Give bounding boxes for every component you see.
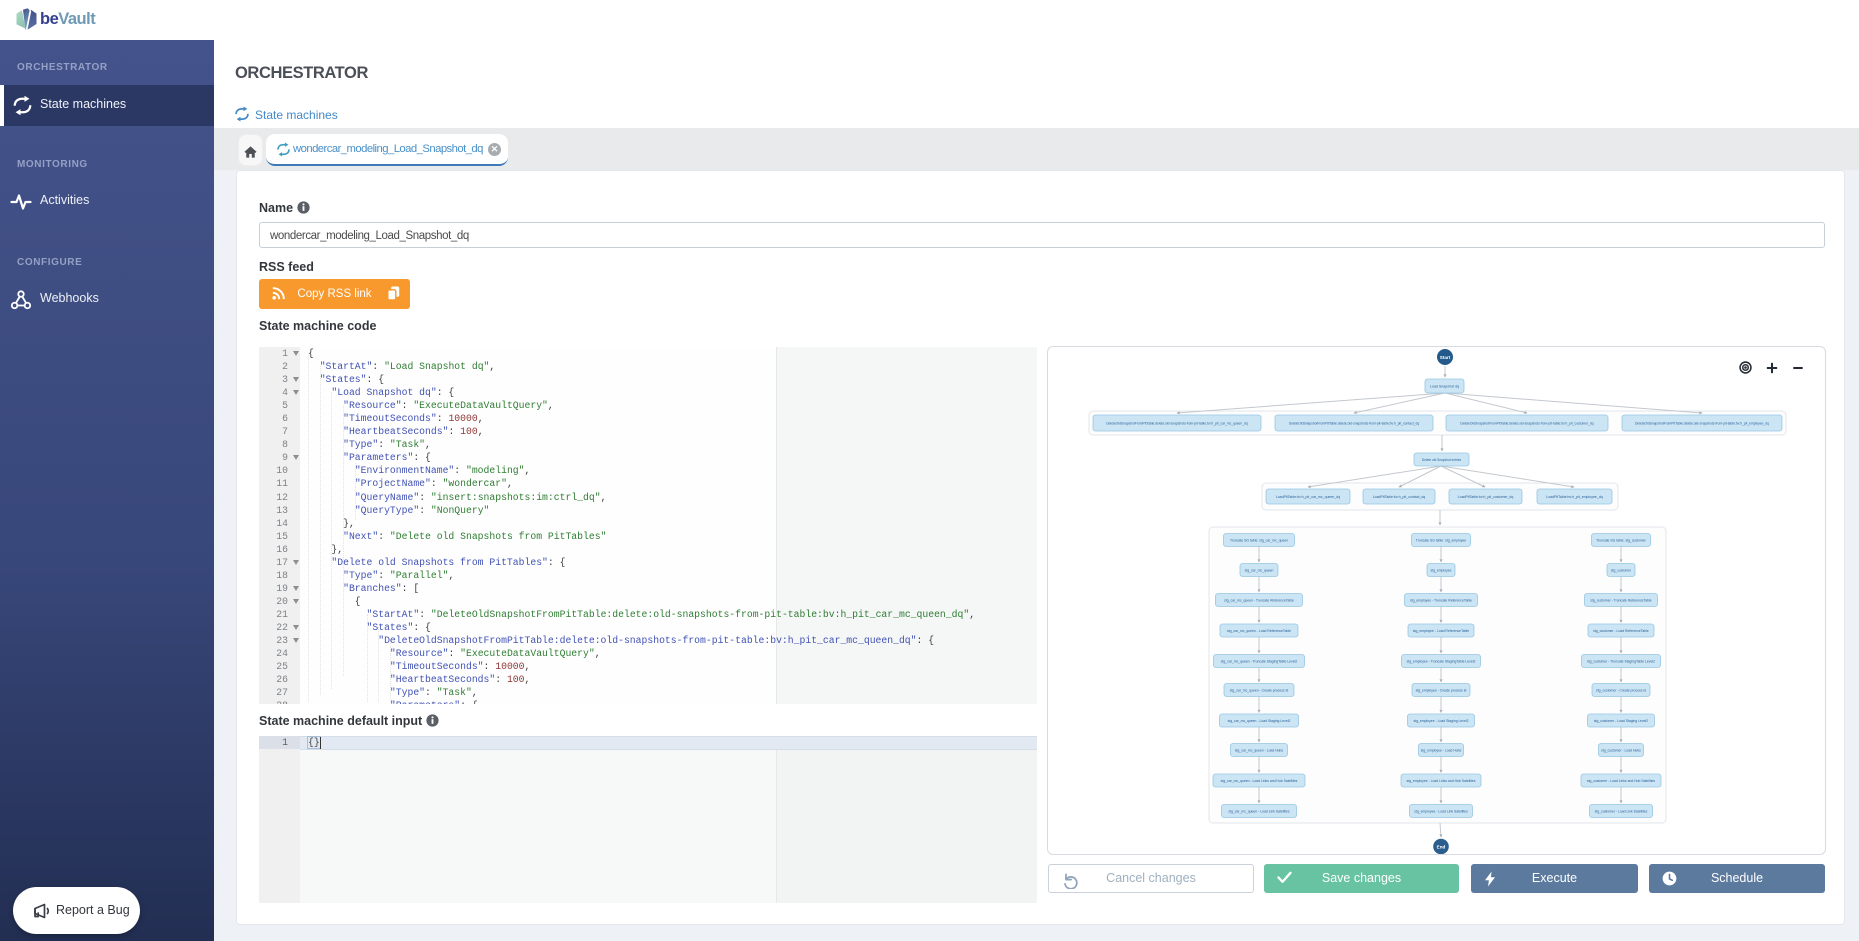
svg-text:LoadPitTable:bv:h_pit_car_mc_q: LoadPitTable:bv:h_pit_car_mc_queen_dq — [1276, 495, 1340, 499]
svg-text:Truncate SG table: stg_custome: Truncate SG table: stg_customer — [1596, 538, 1646, 542]
svg-text:Truncate SG table: stg_car_mc_: Truncate SG table: stg_car_mc_queen — [1230, 538, 1288, 542]
svg-text:stg_car_mc_queen - Truncate Re: stg_car_mc_queen - Truncate ReferenceTab… — [1224, 598, 1294, 602]
svg-text:stg_employee - Load Links and: stg_employee - Load Links and Hub Satell… — [1407, 779, 1476, 783]
svg-text:Start: Start — [1440, 355, 1451, 360]
svg-text:stg_car_mc_queen: stg_car_mc_queen — [1245, 568, 1274, 572]
svg-text:stg_customer - Truncate Refere: stg_customer - Truncate ReferenceTable — [1590, 598, 1651, 602]
svg-text:stg_employee - Truncate Stagin: stg_employee - Truncate StagingTable Lev… — [1407, 659, 1476, 663]
svg-text:LoadPitTable:bv:h_pit_employee: LoadPitTable:bv:h_pit_employee_dq — [1546, 495, 1602, 499]
svg-text:stg_employee: stg_employee — [1430, 568, 1451, 572]
svg-text:stg_customer - Load Link Satel: stg_customer - Load Link Satellites — [1595, 809, 1648, 813]
svg-text:stg_car_mc_queen - Load Hubs: stg_car_mc_queen - Load Hubs — [1235, 748, 1284, 752]
svg-text:End: End — [1437, 844, 1446, 849]
svg-text:DeleteOldSnapshotFromPitTable:: DeleteOldSnapshotFromPitTable:delete:old… — [1635, 421, 1769, 425]
svg-text:stg_customer - Truncate Stagin: stg_customer - Truncate StagingTable Lev… — [1587, 659, 1655, 663]
svg-text:LoadPitTable:bv:h_pit_customer: LoadPitTable:bv:h_pit_customer_dq — [1458, 495, 1514, 499]
svg-text:stg_car_mc_queen - Load Stagin: stg_car_mc_queen - Load Staging Level2 — [1228, 719, 1291, 723]
svg-text:Truncate SG table: stg_employe: Truncate SG table: stg_employee — [1416, 538, 1466, 542]
svg-text:stg_employee - Load ReferenceT: stg_employee - Load ReferenceTable — [1413, 629, 1469, 633]
svg-text:stg_employee - Create process: stg_employee - Create process id — [1416, 688, 1467, 692]
svg-text:stg_car_mc_queen - Create proc: stg_car_mc_queen - Create process id — [1230, 688, 1289, 692]
svg-text:stg_car_mc_queen - Load Links: stg_car_mc_queen - Load Links and Hub Sa… — [1221, 779, 1298, 783]
svg-text:stg_employee - Load Staging Le: stg_employee - Load Staging Level2 — [1413, 719, 1468, 723]
svg-text:stg_car_mc_queen - Load Link S: stg_car_mc_queen - Load Link Satellites — [1228, 809, 1290, 813]
svg-text:stg_customer - Load Links and: stg_customer - Load Links and Hub Satell… — [1587, 779, 1656, 783]
svg-text:stg_car_mc_queen - Truncate St: stg_car_mc_queen - Truncate StagingTable… — [1221, 659, 1298, 663]
svg-text:stg_customer - Create process: stg_customer - Create process id — [1596, 688, 1646, 692]
svg-text:stg_customer - Load Hubs: stg_customer - Load Hubs — [1601, 748, 1641, 752]
svg-text:stg_customer - Load Staging Le: stg_customer - Load Staging Level2 — [1594, 719, 1648, 723]
svg-text:DeleteOldSnapshotFromPitTable:: DeleteOldSnapshotFromPitTable:delete:old… — [1106, 421, 1248, 425]
svg-text:stg_customer: stg_customer — [1611, 568, 1632, 572]
svg-text:Delete old Snapshot entries: Delete old Snapshot entries — [1422, 458, 1462, 462]
svg-text:stg_employee - Load Link Satel: stg_employee - Load Link Satellites — [1414, 809, 1468, 813]
svg-text:Load Snapshot dq: Load Snapshot dq — [1430, 384, 1459, 388]
svg-text:stg_employee - Load Hubs: stg_employee - Load Hubs — [1421, 748, 1462, 752]
svg-text:stg_employee - Truncate Refere: stg_employee - Truncate ReferenceTable — [1410, 598, 1472, 602]
svg-text:stg_customer - Load ReferenceT: stg_customer - Load ReferenceTable — [1593, 629, 1649, 633]
svg-text:DeleteOldSnapshotFromPitTable:: DeleteOldSnapshotFromPitTable:delete:old… — [1289, 421, 1419, 425]
svg-text:DeleteOldSnapshotFromPitTable:: DeleteOldSnapshotFromPitTable:delete:old… — [1460, 421, 1593, 425]
svg-text:LoadPitTable:bv:h_pit_contact_: LoadPitTable:bv:h_pit_contact_dq — [1373, 495, 1426, 499]
svg-text:stg_car_mc_queen - Load Refere: stg_car_mc_queen - Load ReferenceTable — [1227, 629, 1291, 633]
